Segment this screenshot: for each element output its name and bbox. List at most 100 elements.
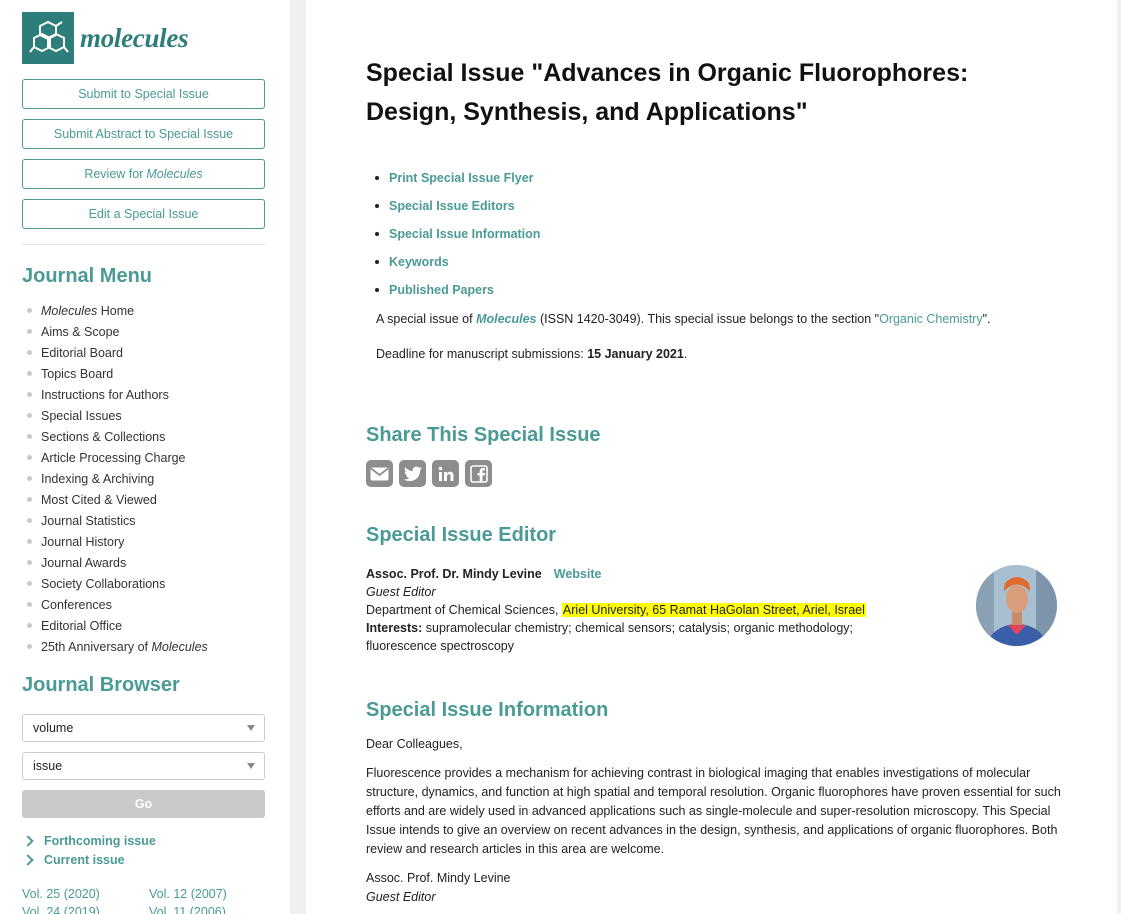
menu-item-editorial-board[interactable]: Editorial Board <box>27 342 208 363</box>
section-link[interactable]: Organic Chemistry <box>879 312 983 326</box>
toc-label: Special Issue Editors <box>389 199 515 213</box>
bullet-icon <box>27 581 32 586</box>
sidebar-divider <box>22 244 265 245</box>
volume-link[interactable]: Vol. 24 (2019) <box>22 905 100 914</box>
deadline-suffix: . <box>683 347 688 361</box>
toc-item-keywords[interactable]: Keywords <box>375 248 540 276</box>
intro-suffix: ". <box>982 312 991 326</box>
menu-item-indexing[interactable]: Indexing & Archiving <box>27 468 208 489</box>
bullet-icon <box>27 476 32 481</box>
go-button[interactable]: Go <box>22 790 265 818</box>
editor-department: Department of Chemical Sciences, <box>366 603 562 617</box>
journal-logo[interactable]: molecules <box>22 12 189 64</box>
deadline-label: Deadline for manuscript submissions: <box>376 347 588 361</box>
menu-item-label: Journal History <box>41 534 125 549</box>
menu-item-most-cited[interactable]: Most Cited & Viewed <box>27 489 208 510</box>
menu-item-special-issues[interactable]: Special Issues <box>27 405 208 426</box>
menu-item-label: Sections & Collections <box>41 429 166 444</box>
bullet-icon <box>27 308 32 313</box>
forthcoming-issue-link[interactable]: Forthcoming issue <box>22 834 156 848</box>
bullet-icon <box>27 413 32 418</box>
menu-item-anniversary[interactable]: 25th Anniversary of Molecules <box>27 636 208 657</box>
issue-select-value: issue <box>33 759 63 773</box>
editor-name-row: Assoc. Prof. Dr. Mindy Levine Website <box>366 565 926 583</box>
menu-item-label: Indexing & Archiving <box>41 471 155 486</box>
bullet-icon <box>27 539 32 544</box>
facebook-icon[interactable] <box>465 460 492 487</box>
menu-item-history[interactable]: Journal History <box>27 531 208 552</box>
menu-item-editorial-office[interactable]: Editorial Office <box>27 615 208 636</box>
bullet-icon <box>27 392 32 397</box>
editor-affiliation: Department of Chemical Sciences, Ariel U… <box>366 601 926 619</box>
menu-item-conferences[interactable]: Conferences <box>27 594 208 615</box>
editor-role: Guest Editor <box>366 585 436 599</box>
menu-item-sections[interactable]: Sections & Collections <box>27 426 208 447</box>
menu-item-label: Journal Statistics <box>41 513 136 528</box>
menu-item-instructions[interactable]: Instructions for Authors <box>27 384 208 405</box>
toc-item-flyer[interactable]: Print Special Issue Flyer <box>375 164 540 192</box>
editor-interests: Interests: supramolecular chemistry; che… <box>366 619 926 655</box>
menu-item-label: Home <box>100 303 135 318</box>
volume-link[interactable]: Vol. 25 (2020) <box>22 887 100 901</box>
toc-label: Special Issue Information <box>389 227 541 241</box>
logo-text: molecules <box>80 22 189 53</box>
menu-item-home[interactable]: Molecules Home <box>27 300 208 321</box>
intro-issn: (ISSN 1420-3049). This special issue bel… <box>536 312 880 326</box>
deadline-text: Deadline for manuscript submissions: 15 … <box>376 347 687 361</box>
review-button[interactable]: Review for Molecules <box>22 159 265 189</box>
bullet-icon <box>375 232 379 236</box>
bullet-icon <box>27 623 32 628</box>
bullet-icon <box>27 602 32 607</box>
table-of-contents: Print Special Issue Flyer Special Issue … <box>375 164 540 304</box>
intro-prefix: A special issue of <box>376 312 477 326</box>
twitter-icon[interactable] <box>399 460 426 487</box>
editor-website-link[interactable]: Website <box>554 567 602 581</box>
current-issue-link[interactable]: Current issue <box>22 853 125 867</box>
editor-card: Assoc. Prof. Dr. Mindy Levine Website Gue… <box>366 565 926 655</box>
menu-item-statistics[interactable]: Journal Statistics <box>27 510 208 531</box>
volume-select[interactable]: volume <box>22 714 265 742</box>
toc-label: Print Special Issue Flyer <box>389 171 534 185</box>
toc-item-editors[interactable]: Special Issue Editors <box>375 192 540 220</box>
volume-link[interactable]: Vol. 12 (2007) <box>149 887 227 901</box>
share-heading: Share This Special Issue <box>366 424 601 446</box>
bullet-icon <box>27 329 32 334</box>
info-body: Fluorescence provides a mechanism for ac… <box>366 766 1061 856</box>
edit-special-issue-button[interactable]: Edit a Special Issue <box>22 199 265 229</box>
molecule-logo-icon <box>22 12 74 64</box>
page-title: Special Issue "Advances in Organic Fluor… <box>366 59 969 126</box>
sidebar: molecules Submit to Special Issue Submit… <box>0 0 290 914</box>
journal-link[interactable]: Molecules <box>476 312 536 326</box>
menu-item-label: Most Cited & Viewed <box>41 492 157 507</box>
menu-item-label: Journal Awards <box>41 555 127 570</box>
interests-label: Interests: <box>366 621 423 635</box>
info-signature-name: Assoc. Prof. Mindy Levine <box>366 871 511 885</box>
menu-item-topics-board[interactable]: Topics Board <box>27 363 208 384</box>
menu-item-aims[interactable]: Aims & Scope <box>27 321 208 342</box>
toc-item-published-papers[interactable]: Published Papers <box>375 276 540 304</box>
bullet-icon <box>375 176 379 180</box>
menu-item-journal-name: Molecules <box>151 639 208 654</box>
volume-select-value: volume <box>33 721 74 735</box>
submit-abstract-button[interactable]: Submit Abstract to Special Issue <box>22 119 265 149</box>
email-icon[interactable] <box>366 460 393 487</box>
menu-item-label: Special Issues <box>41 408 122 423</box>
volume-link[interactable]: Vol. 11 (2006) <box>149 905 226 914</box>
chevron-right-icon <box>22 854 34 866</box>
bullet-icon <box>375 260 379 264</box>
linkedin-icon[interactable] <box>432 460 459 487</box>
issue-select[interactable]: issue <box>22 752 265 780</box>
dropdown-arrow-icon <box>247 763 255 769</box>
menu-item-label: Instructions for Authors <box>41 387 169 402</box>
dropdown-arrow-icon <box>247 725 255 731</box>
bullet-icon <box>375 204 379 208</box>
forthcoming-issue-label: Forthcoming issue <box>44 834 156 848</box>
deadline-date: 15 January 2021 <box>587 347 684 361</box>
menu-item-society[interactable]: Society Collaborations <box>27 573 208 594</box>
submit-special-issue-button[interactable]: Submit to Special Issue <box>22 79 265 109</box>
menu-item-apc[interactable]: Article Processing Charge <box>27 447 208 468</box>
toc-item-information[interactable]: Special Issue Information <box>375 220 540 248</box>
editor-avatar <box>976 565 1057 646</box>
menu-item-label: Aims & Scope <box>41 324 120 339</box>
menu-item-awards[interactable]: Journal Awards <box>27 552 208 573</box>
